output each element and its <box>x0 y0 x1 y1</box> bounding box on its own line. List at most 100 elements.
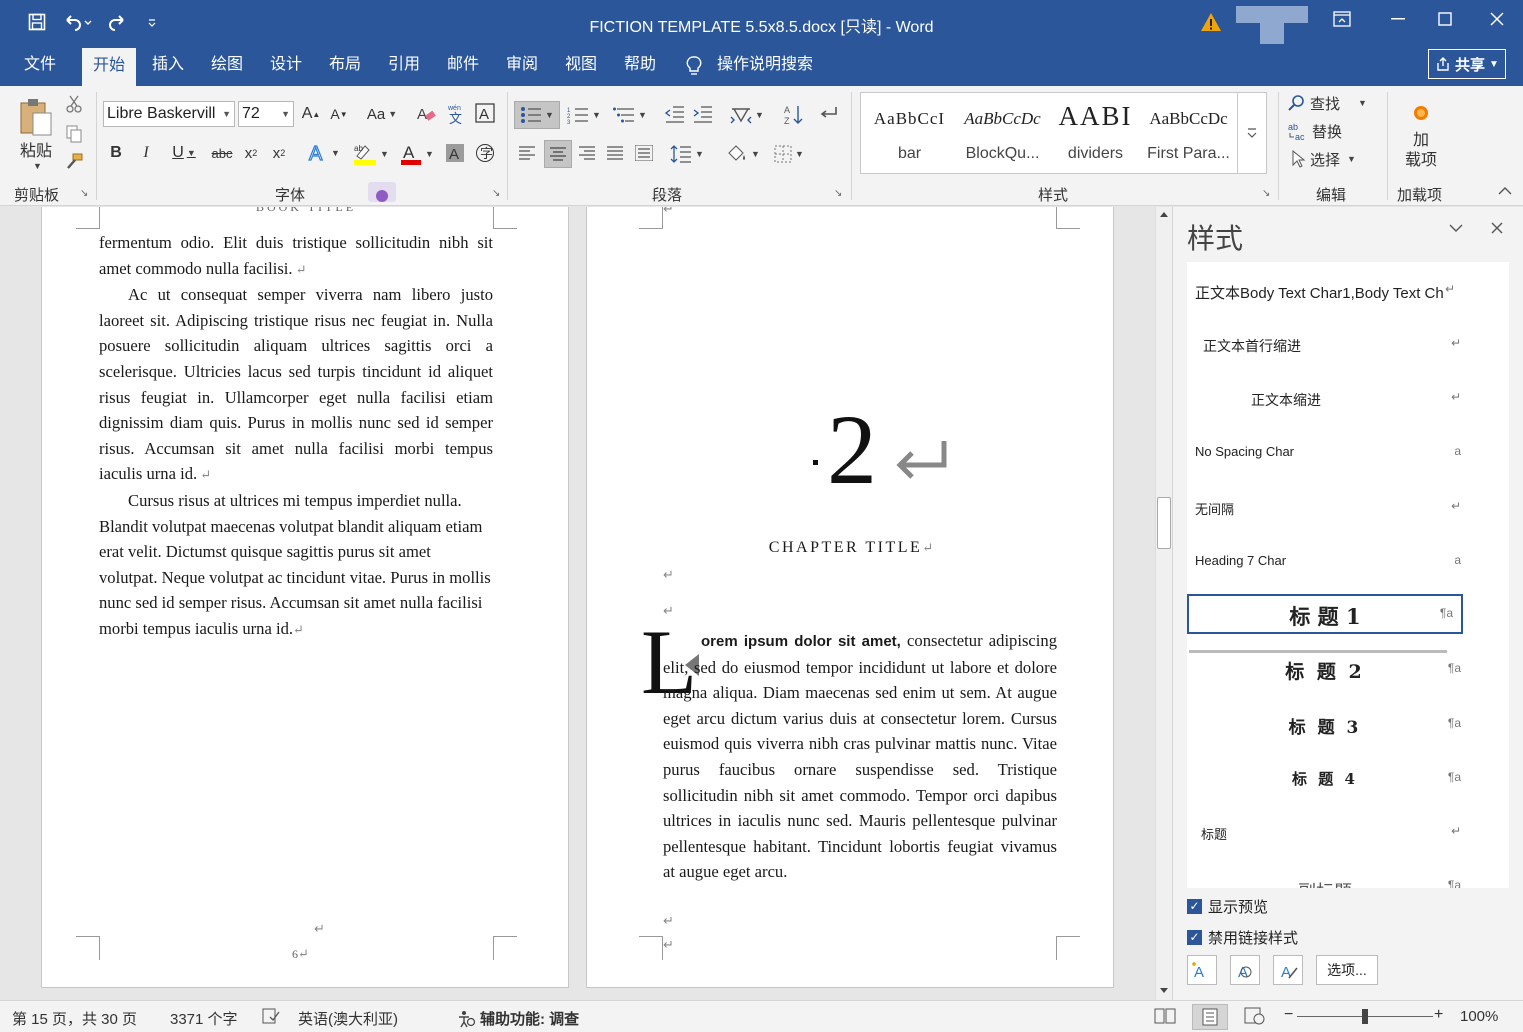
manage-styles-button[interactable]: A <box>1273 955 1303 985</box>
addins-button[interactable]: 加 载项 <box>1394 96 1448 180</box>
style-inspector-button[interactable]: A <box>1230 955 1260 985</box>
style-item[interactable]: 标 题 2 ¶a <box>1187 649 1509 689</box>
align-left-icon[interactable] <box>516 142 538 164</box>
tab-file[interactable]: 文件 <box>13 45 67 86</box>
tab-mailings[interactable]: 邮件 <box>436 45 490 86</box>
style-gallery-item[interactable]: AaBbCcI bar <box>863 93 956 173</box>
floating-toolbar-icon[interactable] <box>368 182 396 202</box>
align-center-icon[interactable] <box>544 140 572 168</box>
web-layout-icon[interactable] <box>1244 1007 1266 1025</box>
tab-design[interactable]: 设计 <box>259 45 313 86</box>
options-button[interactable]: 选项... <box>1316 955 1378 985</box>
share-button[interactable]: 共享 ▼ <box>1428 49 1506 79</box>
shading-icon[interactable]: ▼ <box>722 141 764 167</box>
italic-icon[interactable]: I <box>135 142 157 164</box>
ribbon-display-options-icon[interactable] <box>1319 0 1365 38</box>
decrease-indent-icon[interactable] <box>664 103 686 125</box>
collapse-ribbon-icon[interactable] <box>1498 186 1512 196</box>
replace-button[interactable]: ab ac 替换 <box>1288 119 1342 143</box>
tab-view[interactable]: 视图 <box>554 45 608 86</box>
copy-icon[interactable] <box>64 124 84 144</box>
font-size-combo[interactable]: 72 ▼ <box>238 101 294 127</box>
customize-icon[interactable] <box>142 10 162 34</box>
phonetic-guide-icon[interactable]: wén 文 <box>445 102 467 126</box>
font-name-combo[interactable]: Libre Baskervill ▼ <box>103 101 235 127</box>
bullets-icon[interactable]: ▼ <box>514 101 560 129</box>
tab-home[interactable]: 开始 <box>82 48 137 86</box>
style-gallery-item[interactable]: AaBbCcDc BlockQu... <box>956 93 1049 173</box>
highlight-color-icon[interactable]: ab ▼ <box>350 141 392 167</box>
bold-icon[interactable]: B <box>105 142 127 164</box>
dialog-launcher-icon[interactable]: ↘ <box>834 188 842 199</box>
font-color-icon[interactable]: A ▼ <box>396 141 438 167</box>
dialog-launcher-icon[interactable]: ↘ <box>492 188 500 199</box>
dialog-launcher-icon[interactable]: ↘ <box>1262 188 1270 199</box>
style-item[interactable]: 正文本缩进 ↵ <box>1187 378 1509 418</box>
styles-gallery-more-icon[interactable] <box>1237 93 1266 173</box>
zoom-in-button[interactable]: + <box>1434 1006 1443 1024</box>
page-count[interactable]: 第 15 页，共 30 页 <box>12 1008 137 1029</box>
print-layout-icon[interactable] <box>1192 1004 1228 1030</box>
undo-icon[interactable] <box>58 10 98 34</box>
maximize-icon[interactable] <box>1422 0 1468 38</box>
style-item[interactable]: 正文本Body Text Char1,Body Text Ch ↵ <box>1187 270 1509 310</box>
style-item[interactable]: 无间隔 ↵ <box>1187 487 1509 527</box>
enclose-characters-icon[interactable]: 字 <box>474 142 496 164</box>
scroll-thumb[interactable] <box>1157 497 1171 549</box>
style-item[interactable]: 副标题 ¶a <box>1187 866 1509 888</box>
zoom-out-button[interactable]: − <box>1284 1006 1293 1024</box>
underline-icon[interactable]: U ▼ <box>164 142 204 164</box>
tell-me-search[interactable]: 操作说明搜索 <box>706 45 824 86</box>
style-item[interactable]: No Spacing Char a <box>1187 432 1509 472</box>
tab-references[interactable]: 引用 <box>377 45 431 86</box>
account-avatar[interactable] <box>1236 6 1308 44</box>
numbering-icon[interactable]: 1 2 3 ▼ <box>564 101 604 129</box>
save-icon[interactable] <box>24 10 50 34</box>
chapter-title[interactable]: CHAPTER TITLE↵ <box>587 535 1115 561</box>
tab-layout[interactable]: 布局 <box>318 45 372 86</box>
superscript-icon[interactable]: x2 <box>268 142 290 164</box>
language-status[interactable]: 英语(澳大利亚) <box>298 1008 398 1029</box>
find-button[interactable]: 查找 ▼ <box>1288 91 1367 115</box>
style-item[interactable]: 标 题 4 ¶a <box>1187 758 1509 798</box>
show-preview-checkbox[interactable]: ✓ 显示预览 <box>1187 896 1268 917</box>
scroll-up-icon[interactable] <box>1159 210 1169 218</box>
zoom-slider-thumb[interactable] <box>1362 1009 1368 1024</box>
read-mode-icon[interactable] <box>1154 1007 1176 1025</box>
scroll-down-icon[interactable] <box>1159 987 1169 995</box>
strikethrough-icon[interactable]: abc <box>210 142 234 164</box>
zoom-level[interactable]: 100% <box>1460 1008 1498 1025</box>
character-border-icon[interactable]: A <box>474 102 496 124</box>
style-item[interactable]: Heading 7 Char a <box>1187 541 1509 581</box>
disable-linked-styles-checkbox[interactable]: ✓ 禁用链接样式 <box>1187 927 1298 948</box>
grow-font-icon[interactable]: A ▲ <box>300 103 322 125</box>
distributed-icon[interactable] <box>632 142 656 164</box>
text-effects-icon[interactable]: A ▼ <box>304 141 344 165</box>
page-left-body[interactable]: fermentum odio. Elit duis tristique soll… <box>99 230 493 643</box>
multilevel-list-icon[interactable]: ▼ <box>610 101 650 129</box>
paste-button[interactable]: 粘贴 ▼ <box>10 92 62 176</box>
align-right-icon[interactable] <box>576 142 598 164</box>
new-style-button[interactable]: A <box>1187 955 1217 985</box>
style-item[interactable]: 标题 ↵ <box>1187 812 1509 852</box>
tab-insert[interactable]: 插入 <box>141 45 195 86</box>
close-icon[interactable] <box>1474 0 1520 38</box>
increase-indent-icon[interactable] <box>692 103 714 125</box>
minimize-icon[interactable] <box>1375 0 1421 38</box>
page-right-body[interactable]: orem ipsum dolor sit amet, consectetur a… <box>663 628 1057 885</box>
close-icon[interactable] <box>1491 222 1503 234</box>
style-item-selected[interactable]: 标 题 1 ¶a <box>1187 594 1463 634</box>
proofing-icon[interactable] <box>262 1008 280 1024</box>
style-gallery-item[interactable]: AABI dividers <box>1049 93 1142 173</box>
show-formatting-marks-icon[interactable] <box>816 103 840 125</box>
shrink-font-icon[interactable]: A ▼ <box>328 103 350 125</box>
cut-icon[interactable] <box>64 94 84 114</box>
clear-formatting-icon[interactable]: A <box>415 102 439 126</box>
tab-draw[interactable]: 绘图 <box>200 45 254 86</box>
style-item[interactable]: 正文本首行缩进 ↵ <box>1187 324 1509 364</box>
tab-help[interactable]: 帮助 <box>613 45 667 86</box>
character-shading-icon[interactable]: A <box>444 142 466 164</box>
accessibility-status[interactable]: 辅助功能: 调查 <box>456 1008 579 1029</box>
chevron-down-icon[interactable] <box>1449 223 1463 233</box>
redo-icon[interactable] <box>104 10 130 34</box>
